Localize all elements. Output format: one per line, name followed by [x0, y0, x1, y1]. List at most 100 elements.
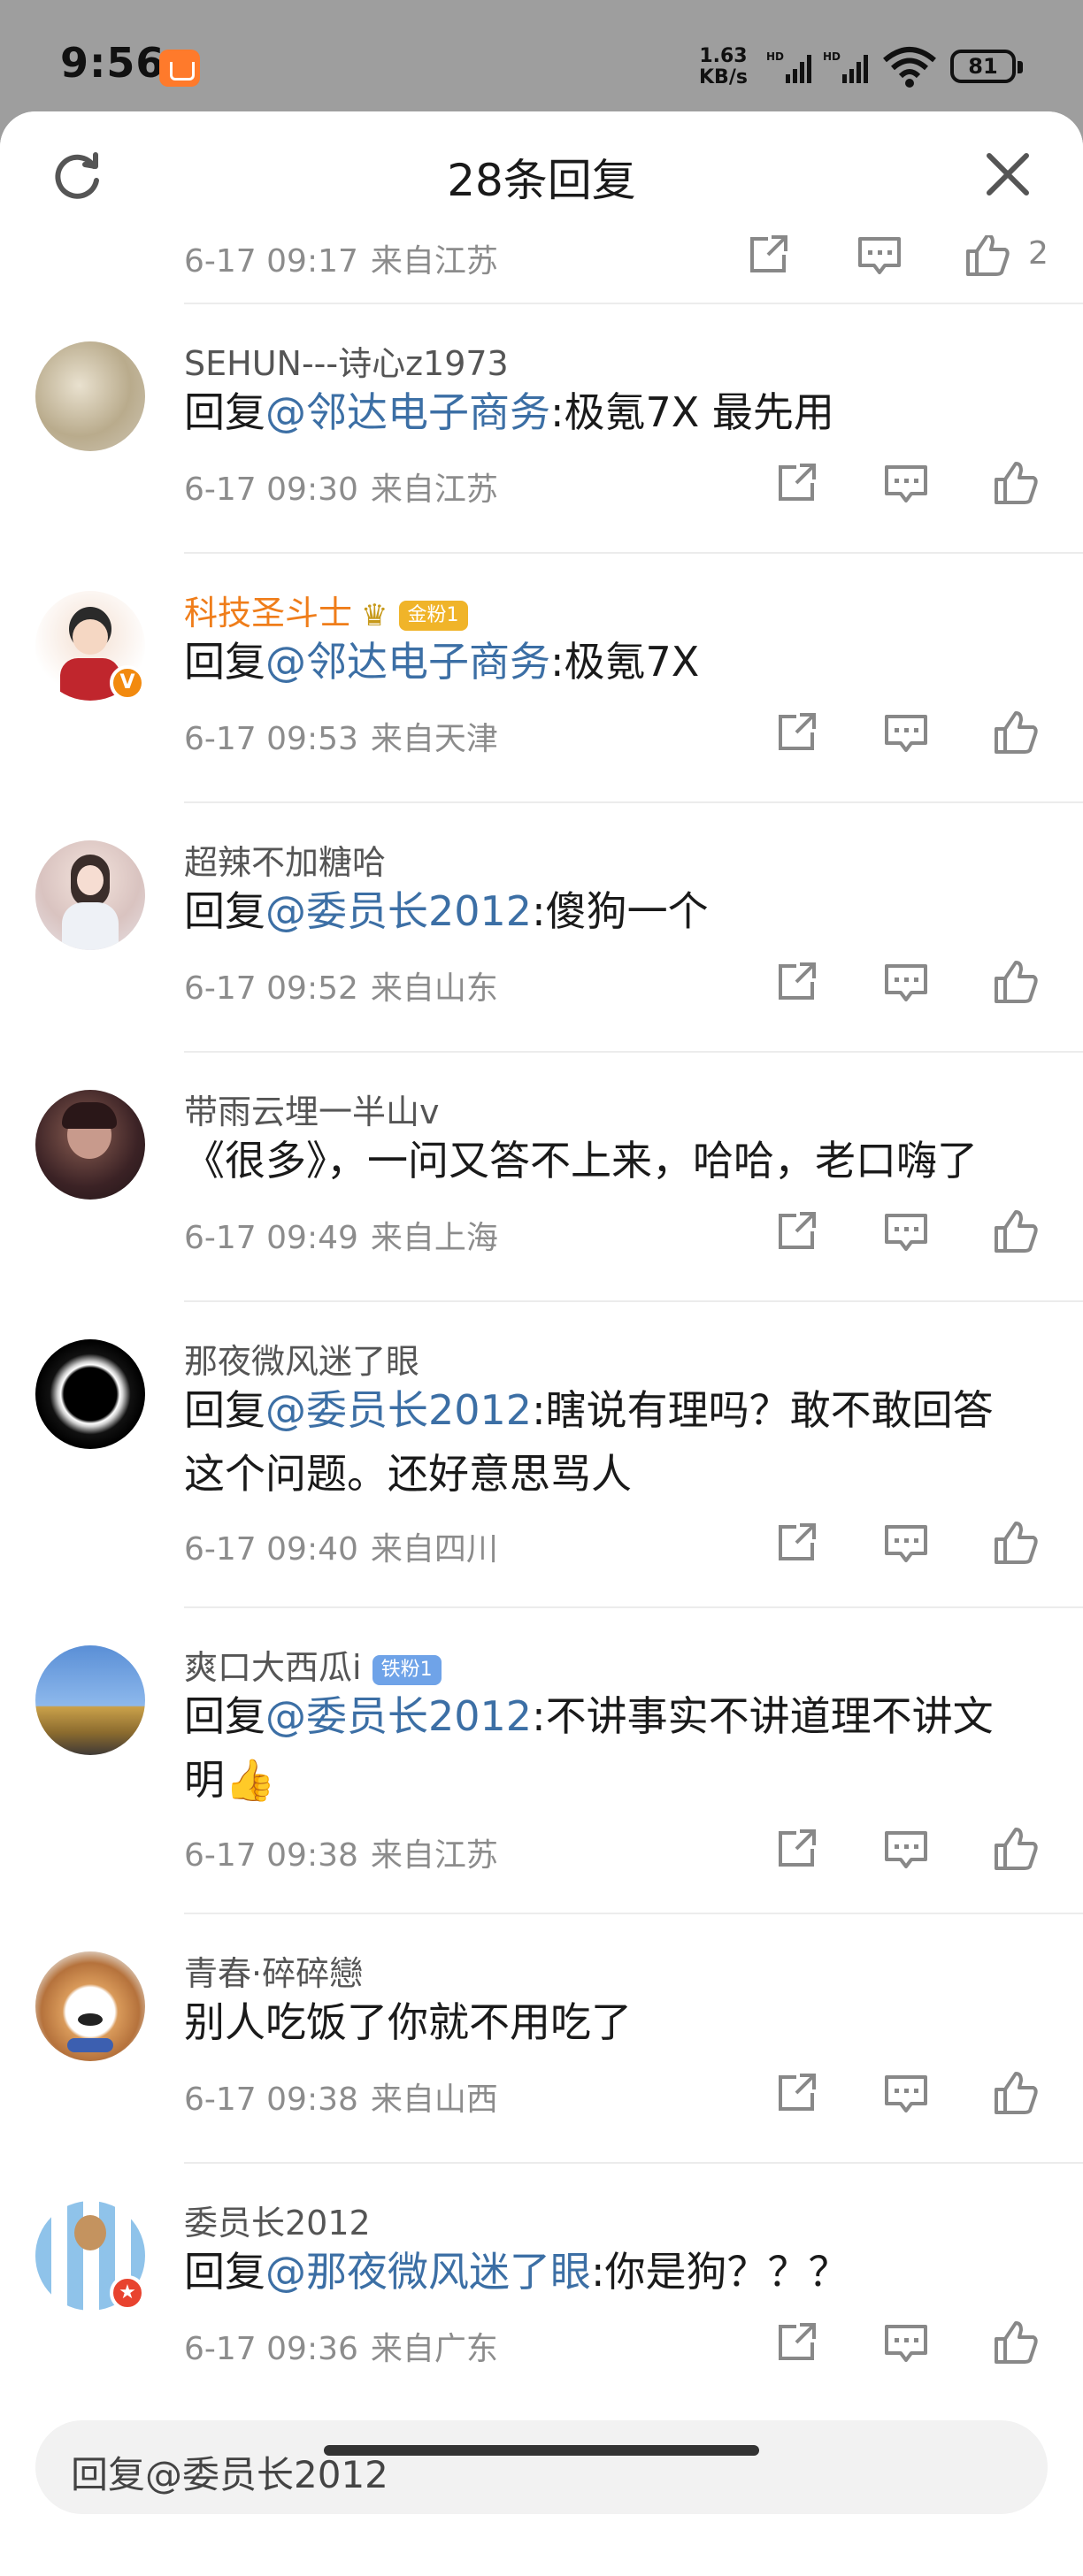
verified-badge: ★ — [110, 2275, 145, 2311]
comment-username[interactable]: 委员长2012 — [184, 2196, 371, 2244]
share-icon[interactable] — [770, 1205, 823, 1258]
avatar[interactable] — [35, 1951, 145, 2061]
comment-location: 来自江苏 — [370, 472, 498, 508]
comment-icon[interactable] — [879, 2316, 933, 2369]
list-item[interactable]: 爽口大西瓜i 铁粉1 回复@委员长2012:不讲事实不讲道理不讲文明👍 6-17 … — [0, 1608, 1083, 1914]
share-icon[interactable] — [741, 235, 795, 281]
comment-body: :傻狗一个 — [532, 887, 709, 935]
reply-list[interactable]: 6-17 09:17 来自江苏 2 SEHUN---诗心z1973 回复@邻达电子… — [0, 235, 1083, 2521]
comment-time: 6-17 09:36 — [184, 2331, 358, 2367]
list-item[interactable]: V 科技圣斗士 ♛ 金粉1 回复@邻达电子商务:极氪7X 6-17 09:53 来自天… — [0, 554, 1083, 803]
comment-meta: 6-17 09:53 来自天津 — [184, 713, 498, 759]
list-item[interactable]: 青春·碎碎戀 别人吃饭了你就不用吃了 6-17 09:38 来自山西 — [0, 1914, 1083, 2164]
mention-link[interactable]: @那夜微风迷了眼 — [265, 2248, 591, 2296]
signal-hd-label-2: HD — [823, 50, 841, 63]
comment-username[interactable]: SEHUN---诗心z1973 — [184, 336, 509, 385]
close-icon[interactable] — [982, 149, 1033, 200]
replies-sheet: 28条回复 6-17 09:17 来自江苏 2 SEHUN---诗心z1973 … — [0, 111, 1083, 2576]
reply-prefix: 回复 — [184, 2248, 265, 2296]
status-bar: 9:56 1.63 KB/s HD HD 81 — [0, 0, 1083, 115]
avatar[interactable] — [35, 840, 145, 950]
like-icon[interactable] — [989, 2066, 1042, 2120]
mention-link[interactable]: @邻达电子商务 — [265, 638, 550, 686]
mention-link[interactable]: @委员长2012 — [265, 1692, 532, 1740]
like-icon[interactable] — [989, 955, 1042, 1008]
avatar[interactable] — [35, 1090, 145, 1200]
comment-username[interactable]: 那夜微风迷了眼 — [184, 1334, 419, 1383]
comment-body: :极氪7X 最先用 — [550, 388, 834, 436]
avatar[interactable] — [35, 1645, 145, 1755]
list-item[interactable]: ★ 委员长2012 回复@那夜微风迷了眼:你是狗？？？ 6-17 09:36 来自… — [0, 2164, 1083, 2413]
like-icon[interactable] — [989, 456, 1042, 510]
avatar-nose — [78, 2013, 103, 2026]
share-icon[interactable] — [770, 1516, 823, 1569]
avatar-dress — [62, 902, 119, 950]
comment-meta: 6-17 09:49 来自上海 — [184, 1212, 498, 1258]
comment-time: 6-17 09:17 — [184, 243, 358, 280]
comment-text: 回复@邻达电子商务:极氪7X — [184, 630, 1033, 694]
network-speed-value: 1.63 — [699, 45, 748, 67]
comment-text: 回复@委员长2012:不讲事实不讲道理不讲文明👍 — [184, 1684, 1033, 1812]
comment-username[interactable]: 青春·碎碎戀 — [184, 1946, 363, 1995]
comment-username[interactable]: 带雨云埋一半山v — [184, 1085, 440, 1133]
comment-meta: 6-17 09:38 来自江苏 — [184, 1829, 498, 1875]
avatar-face — [73, 619, 108, 655]
comment-location: 来自上海 — [370, 1220, 498, 1256]
reply-prefix: 回复 — [184, 1386, 265, 1434]
avatar-hair — [62, 1102, 117, 1129]
comment-icon[interactable] — [879, 1822, 933, 1875]
comment-time: 6-17 09:40 — [184, 1531, 358, 1568]
list-item[interactable]: 超辣不加糖哈 回复@委员长2012:傻狗一个 6-17 09:52 来自山东 — [0, 803, 1083, 1053]
signal-icon-2: HD — [823, 50, 868, 83]
share-icon[interactable] — [770, 456, 823, 510]
share-icon[interactable] — [770, 2066, 823, 2120]
avatar[interactable] — [35, 1339, 145, 1449]
comment-time: 6-17 09:53 — [184, 721, 358, 757]
mention-link[interactable]: @委员长2012 — [265, 887, 532, 935]
crown-icon: ♛ — [361, 597, 388, 633]
share-icon[interactable] — [770, 1822, 823, 1875]
comment-icon[interactable] — [879, 1205, 933, 1258]
like-count: 2 — [1028, 235, 1048, 272]
comment-icon[interactable] — [879, 706, 933, 759]
list-item[interactable]: 那夜微风迷了眼 回复@委员长2012:瞎说有理吗？敢不敢回答这个问题。还好意思骂… — [0, 1302, 1083, 1608]
battery-icon: 81 — [950, 50, 1023, 83]
reply-input[interactable]: 回复@委员长2012 — [35, 2420, 1048, 2514]
like-icon[interactable] — [989, 1822, 1042, 1875]
list-item[interactable]: SEHUN---诗心z1973 回复@邻达电子商务:极氪7X 最先用 6-17 … — [0, 304, 1083, 554]
like-icon[interactable] — [961, 235, 1014, 281]
avatar[interactable] — [35, 341, 145, 451]
comment-icon[interactable] — [879, 456, 933, 510]
comment-icon[interactable] — [853, 235, 906, 281]
share-icon[interactable] — [770, 955, 823, 1008]
wifi-icon — [883, 47, 936, 88]
home-indicator[interactable] — [324, 2445, 759, 2456]
comment-time: 6-17 09:52 — [184, 970, 358, 1007]
reply-prefix: 回复 — [184, 887, 265, 935]
like-icon[interactable] — [989, 706, 1042, 759]
fan-badge: 金粉1 — [398, 600, 468, 631]
verified-badge: V — [110, 665, 145, 701]
share-icon[interactable] — [770, 2316, 823, 2369]
comment-icon[interactable] — [879, 955, 933, 1008]
network-speed: 1.63 KB/s — [699, 46, 748, 88]
comment-username[interactable]: 超辣不加糖哈 — [184, 835, 386, 884]
like-icon[interactable] — [989, 1205, 1042, 1258]
list-item[interactable]: 带雨云埋一半山v 《很多》，一问又答不上来，哈哈，老口嗨了 6-17 09:49… — [0, 1053, 1083, 1302]
mention-link[interactable]: @邻达电子商务 — [265, 388, 550, 436]
like-icon[interactable] — [989, 1516, 1042, 1569]
avatar-face — [77, 865, 104, 895]
comment-username[interactable]: 科技圣斗士 — [184, 594, 352, 632]
comment-location: 来自山西 — [370, 2082, 498, 2118]
app-notification-icon — [159, 50, 200, 87]
comment-time: 6-17 09:38 — [184, 1837, 358, 1874]
comment-username[interactable]: 爽口大西瓜i — [184, 1648, 362, 1687]
comment-meta: 6-17 09:36 来自广东 — [184, 2323, 498, 2369]
like-icon[interactable] — [989, 2316, 1042, 2369]
comment-icon[interactable] — [879, 2066, 933, 2120]
comment-icon[interactable] — [879, 1516, 933, 1569]
reply-prefix: 回复 — [184, 1692, 265, 1740]
mention-link[interactable]: @委员长2012 — [265, 1386, 532, 1434]
comment-body: :你是狗？？？ — [591, 2248, 849, 2296]
share-icon[interactable] — [770, 706, 823, 759]
